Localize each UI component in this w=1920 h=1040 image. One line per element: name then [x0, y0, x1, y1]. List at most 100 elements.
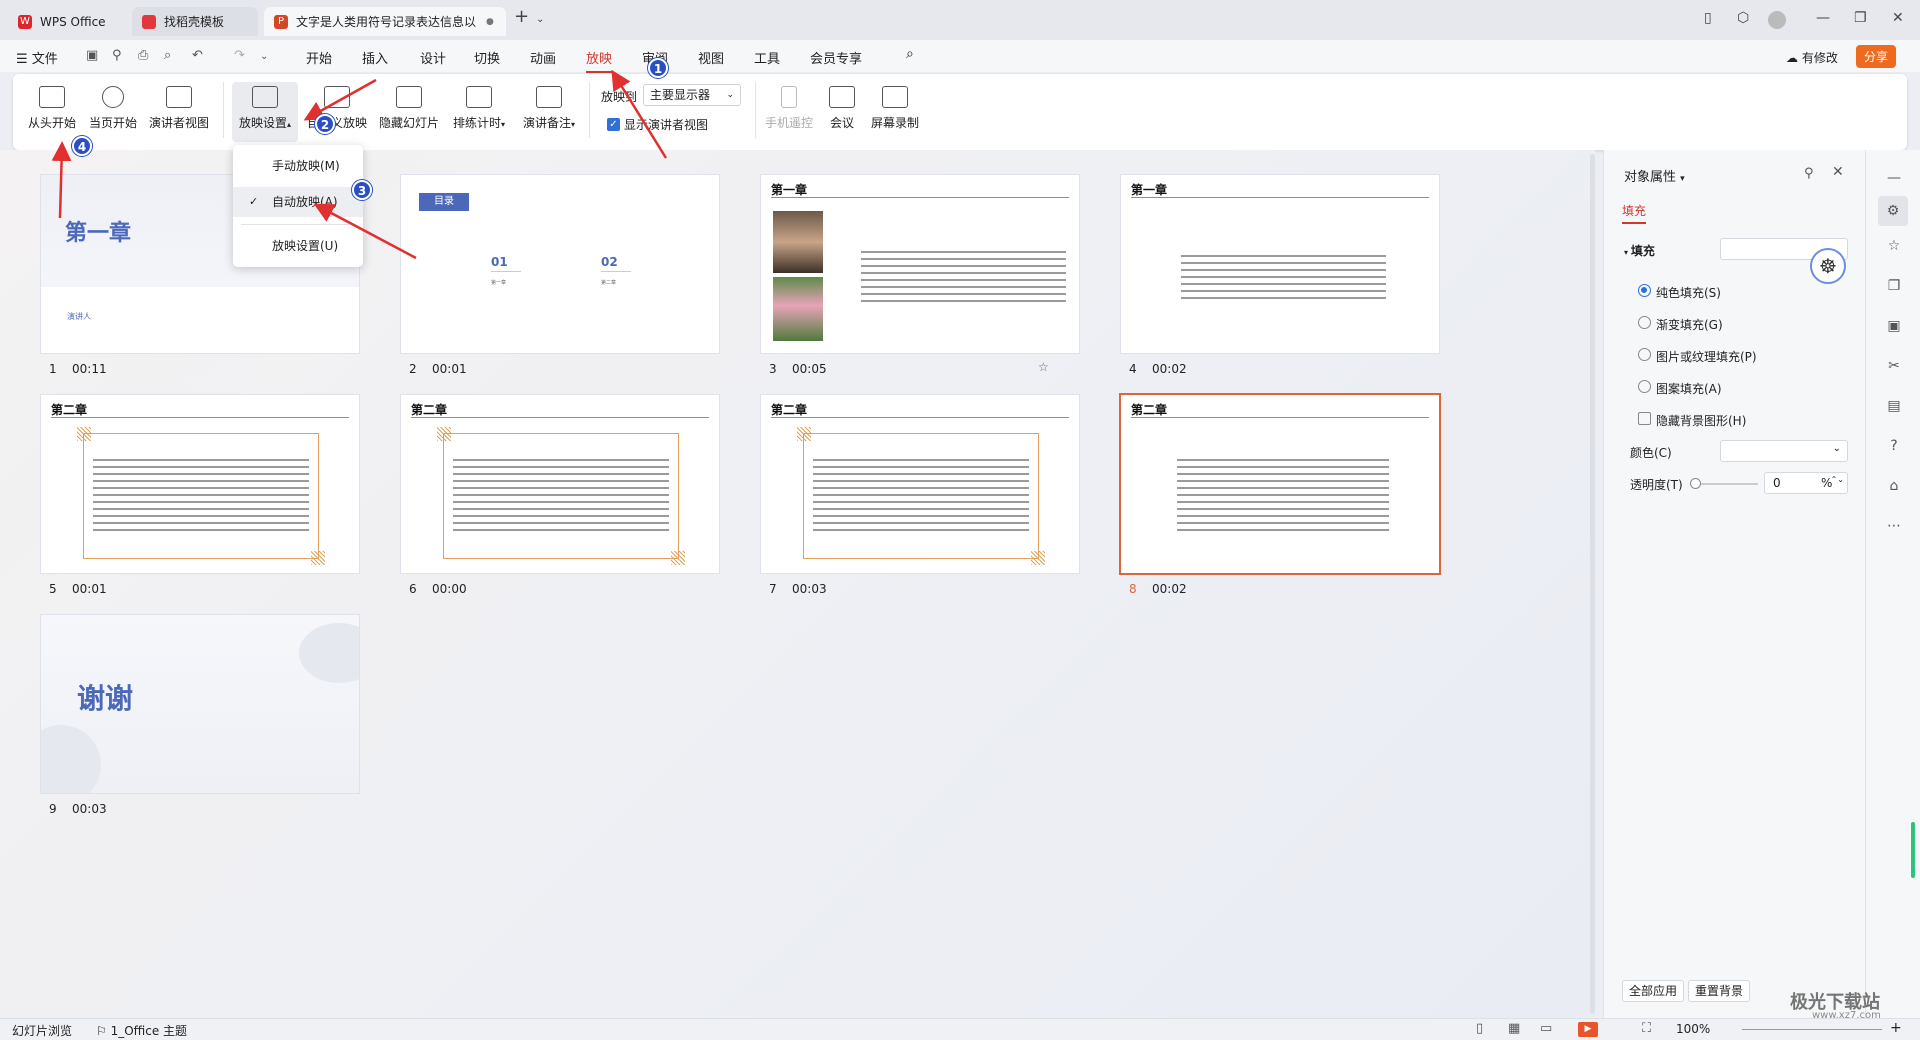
transparency-slider[interactable]: [1694, 483, 1758, 485]
share-button[interactable]: 分享: [1856, 45, 1897, 68]
undo-icon[interactable]: ↶: [192, 48, 203, 63]
slider-handle[interactable]: [1690, 478, 1701, 489]
title-underline: [51, 417, 349, 418]
restore-icon[interactable]: ❐: [1854, 10, 1867, 26]
close-icon[interactable]: ✕: [1832, 164, 1844, 180]
screen-record-button[interactable]: 屏幕录制: [869, 86, 921, 131]
fill-tab[interactable]: 填充: [1622, 202, 1647, 224]
reset-background-button[interactable]: 重置背景: [1688, 980, 1751, 1002]
redo-icon[interactable]: ↷: [234, 48, 245, 63]
meeting-button[interactable]: 会议: [823, 86, 861, 131]
tab-template[interactable]: 找稻壳模板: [132, 7, 258, 36]
copy-icon[interactable]: ❐: [1886, 278, 1902, 294]
chevron-down-icon[interactable]: ⌄: [536, 14, 544, 25]
picture-fill-radio[interactable]: [1638, 348, 1651, 361]
hide-bg-checkbox[interactable]: [1638, 412, 1651, 425]
slide-thumbnail-7[interactable]: 第二章: [760, 394, 1080, 574]
slideshow-settings-button[interactable]: 放映设置▴: [232, 82, 298, 142]
has-changes-button[interactable]: ☁ 有修改: [1786, 49, 1838, 66]
vertical-scrollbar[interactable]: [1590, 154, 1595, 1014]
menu-design[interactable]: 设计: [420, 48, 446, 67]
menu-animation[interactable]: 动画: [530, 48, 556, 67]
tab-wps-office[interactable]: W WPS Office: [8, 7, 124, 36]
play-slideshow-icon[interactable]: ▶: [1578, 1022, 1598, 1037]
minimize-icon[interactable]: —: [1816, 10, 1830, 26]
slide-thumbnail-5[interactable]: 第二章: [40, 394, 360, 574]
search-icon[interactable]: ⌕: [906, 46, 914, 62]
hide-slide-button[interactable]: 隐藏幻灯片: [377, 86, 441, 131]
speaker-notes-button[interactable]: 演讲备注▾: [519, 86, 579, 131]
close-window-icon[interactable]: ✕: [1892, 10, 1904, 26]
rehearse-button[interactable]: 排练计时▾: [449, 86, 509, 131]
caret-down-icon: ▾: [571, 120, 576, 129]
file-menu[interactable]: ☰ 文件: [16, 48, 58, 67]
slide-thumbnail-9[interactable]: 谢谢: [40, 614, 360, 794]
normal-view-icon[interactable]: ▯: [1476, 1021, 1483, 1036]
fit-window-icon[interactable]: ⛶: [1642, 1021, 1651, 1036]
menu-start[interactable]: 开始: [306, 48, 332, 67]
zoom-level[interactable]: 100%: [1676, 1022, 1710, 1036]
cube-icon[interactable]: ⬡: [1737, 10, 1749, 26]
from-current-button[interactable]: 当页开始: [87, 86, 139, 131]
collapse-icon[interactable]: —: [1886, 170, 1902, 186]
avatar[interactable]: [1768, 11, 1786, 29]
tab-presentation[interactable]: P 文字是人类用符号记录表达信息以 ●: [264, 7, 506, 36]
menu-transition[interactable]: 切换: [474, 48, 500, 67]
presenter-view-button[interactable]: 演讲者视图: [147, 86, 211, 131]
help-icon[interactable]: ?: [1886, 438, 1902, 454]
gradient-fill-radio[interactable]: [1638, 316, 1651, 329]
spinner-icon[interactable]: ⌃⌄: [1831, 470, 1844, 490]
menu-view[interactable]: 视图: [698, 48, 724, 67]
save-icon[interactable]: ▣: [86, 48, 98, 63]
transparency-input[interactable]: 0 % ⌃⌄: [1764, 472, 1848, 494]
properties-icon[interactable]: ⚙: [1878, 196, 1908, 226]
from-start-button[interactable]: 从头开始: [27, 86, 77, 131]
pattern-fill-radio[interactable]: [1638, 380, 1651, 393]
assistant-logo-icon[interactable]: ☸: [1810, 248, 1846, 284]
slide-thumbnail-4[interactable]: 第一章: [1120, 174, 1440, 354]
layout-icon[interactable]: ▯: [1704, 10, 1712, 26]
star-icon[interactable]: ☆: [1886, 238, 1902, 254]
share-link-icon[interactable]: ⚲: [112, 48, 122, 63]
fill-section-header[interactable]: ▾ 填充: [1624, 242, 1655, 259]
new-tab-icon[interactable]: +: [514, 6, 529, 27]
theme-indicator[interactable]: ⚐ 1_Office 主题: [96, 1022, 187, 1039]
sorter-view-icon[interactable]: ▦: [1508, 1021, 1520, 1036]
menu-slideshow[interactable]: 放映: [586, 48, 613, 73]
print-icon[interactable]: ⎙: [138, 48, 148, 63]
from-start-label: 从头开始: [27, 116, 76, 130]
corner-deco: [437, 427, 451, 441]
zoom-in-icon[interactable]: +: [1890, 1020, 1902, 1036]
body-text: [1177, 459, 1389, 531]
slide-thumbnail-2[interactable]: 目录 01 02 第一章 第二章: [400, 174, 720, 354]
tools-icon[interactable]: ✂: [1886, 358, 1902, 374]
more-chevron-icon[interactable]: ⌄: [260, 51, 268, 62]
star-icon[interactable]: ☆: [1038, 360, 1049, 374]
pin-icon[interactable]: ⚲: [1804, 166, 1814, 181]
auto-show-option[interactable]: ✓ 自动放映(A): [233, 187, 363, 217]
zoom-slider[interactable]: [1742, 1029, 1882, 1030]
book-icon[interactable]: ▤: [1886, 398, 1902, 414]
phone-remote-button[interactable]: 手机遥控: [763, 86, 815, 131]
menu-insert[interactable]: 插入: [362, 48, 388, 67]
show-presenter-checkbox[interactable]: ✓ 显示演讲者视图: [607, 116, 708, 133]
panel-title: 对象属性 ▾: [1624, 166, 1685, 185]
manual-show-option[interactable]: 手动放映(M): [233, 151, 363, 181]
slide-thumbnail-8[interactable]: 第二章: [1119, 393, 1441, 575]
solid-fill-radio[interactable]: [1638, 284, 1651, 297]
show-settings-option[interactable]: 放映设置(U): [233, 231, 363, 261]
print-preview-icon[interactable]: ⌕: [164, 48, 171, 63]
more-icon[interactable]: ⋯: [1886, 518, 1902, 534]
hide-bg-label: 隐藏背景图形(H): [1656, 414, 1747, 428]
menu-member[interactable]: 会员专享: [810, 48, 862, 67]
monitor-select[interactable]: 主要显示器 ⌄: [643, 84, 741, 106]
slide-thumbnail-6[interactable]: 第二章: [400, 394, 720, 574]
apply-all-button[interactable]: 全部应用: [1622, 980, 1685, 1002]
shirt-icon[interactable]: ⌂: [1886, 478, 1902, 494]
slide-thumbnail-3[interactable]: 第一章: [760, 174, 1080, 354]
hide-slide-icon: [396, 86, 422, 108]
reading-view-icon[interactable]: ▭: [1540, 1021, 1552, 1036]
menu-tools[interactable]: 工具: [754, 48, 780, 67]
color-select[interactable]: ⌄: [1720, 440, 1848, 462]
image-edit-icon[interactable]: ▣: [1886, 318, 1902, 334]
